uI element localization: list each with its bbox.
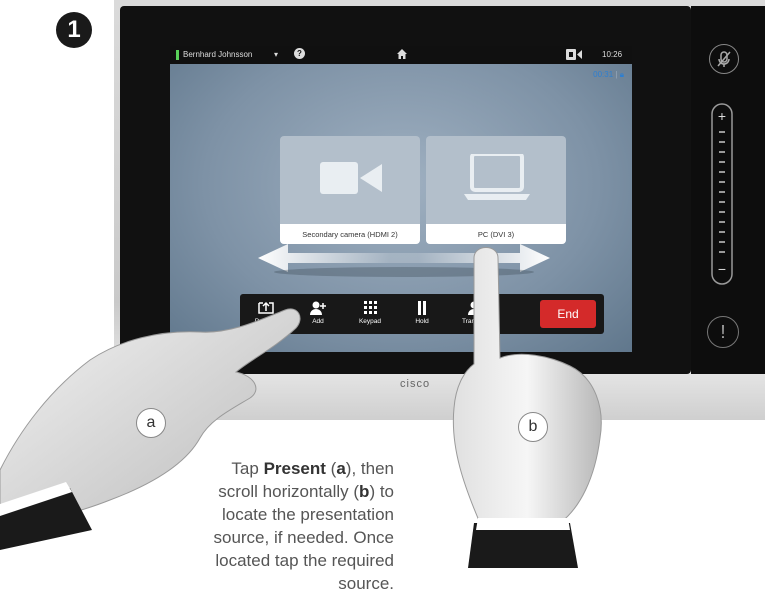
step-number-badge: 1 (56, 12, 92, 48)
alert-button[interactable]: ! (707, 316, 739, 348)
microphone-muted-icon (717, 51, 731, 67)
right-hand-scrolling-illustration (452, 247, 602, 568)
status-bar: Bernhard Johnsson ▾ ? 10:26 (170, 46, 632, 64)
video-camera-icon (320, 162, 382, 194)
laptop-icon (464, 154, 530, 200)
callout-a: a (136, 408, 166, 438)
source-tile-secondary-camera[interactable]: Secondary camera (HDMI 2) (280, 136, 420, 244)
mute-microphone-button[interactable] (709, 44, 739, 74)
home-icon[interactable] (396, 48, 408, 62)
caller-name[interactable]: Bernhard Johnsson (183, 50, 252, 59)
pause-icon (418, 301, 426, 315)
help-icon[interactable]: ? (294, 48, 305, 59)
cisco-logo: cisco (400, 378, 431, 390)
call-duration: 00:31 | 🔒︎ (593, 70, 624, 79)
selfview-camera-icon[interactable] (566, 49, 582, 62)
chevron-down-icon[interactable]: ▾ (274, 50, 278, 59)
call-status-indicator (176, 50, 179, 60)
source-tile-pc[interactable]: PC (DVI 3) (426, 136, 566, 244)
volume-down-icon[interactable]: − (718, 261, 726, 277)
lock-icon: 🔒︎ (619, 70, 624, 79)
volume-up-icon[interactable]: + (718, 108, 726, 124)
keypad-icon (364, 301, 377, 314)
volume-slider[interactable]: + − (706, 102, 738, 286)
instruction-text: Tap Present (a), then scroll horizontall… (213, 459, 394, 593)
clock: 10:26 (602, 50, 623, 59)
callout-b: b (518, 412, 548, 442)
